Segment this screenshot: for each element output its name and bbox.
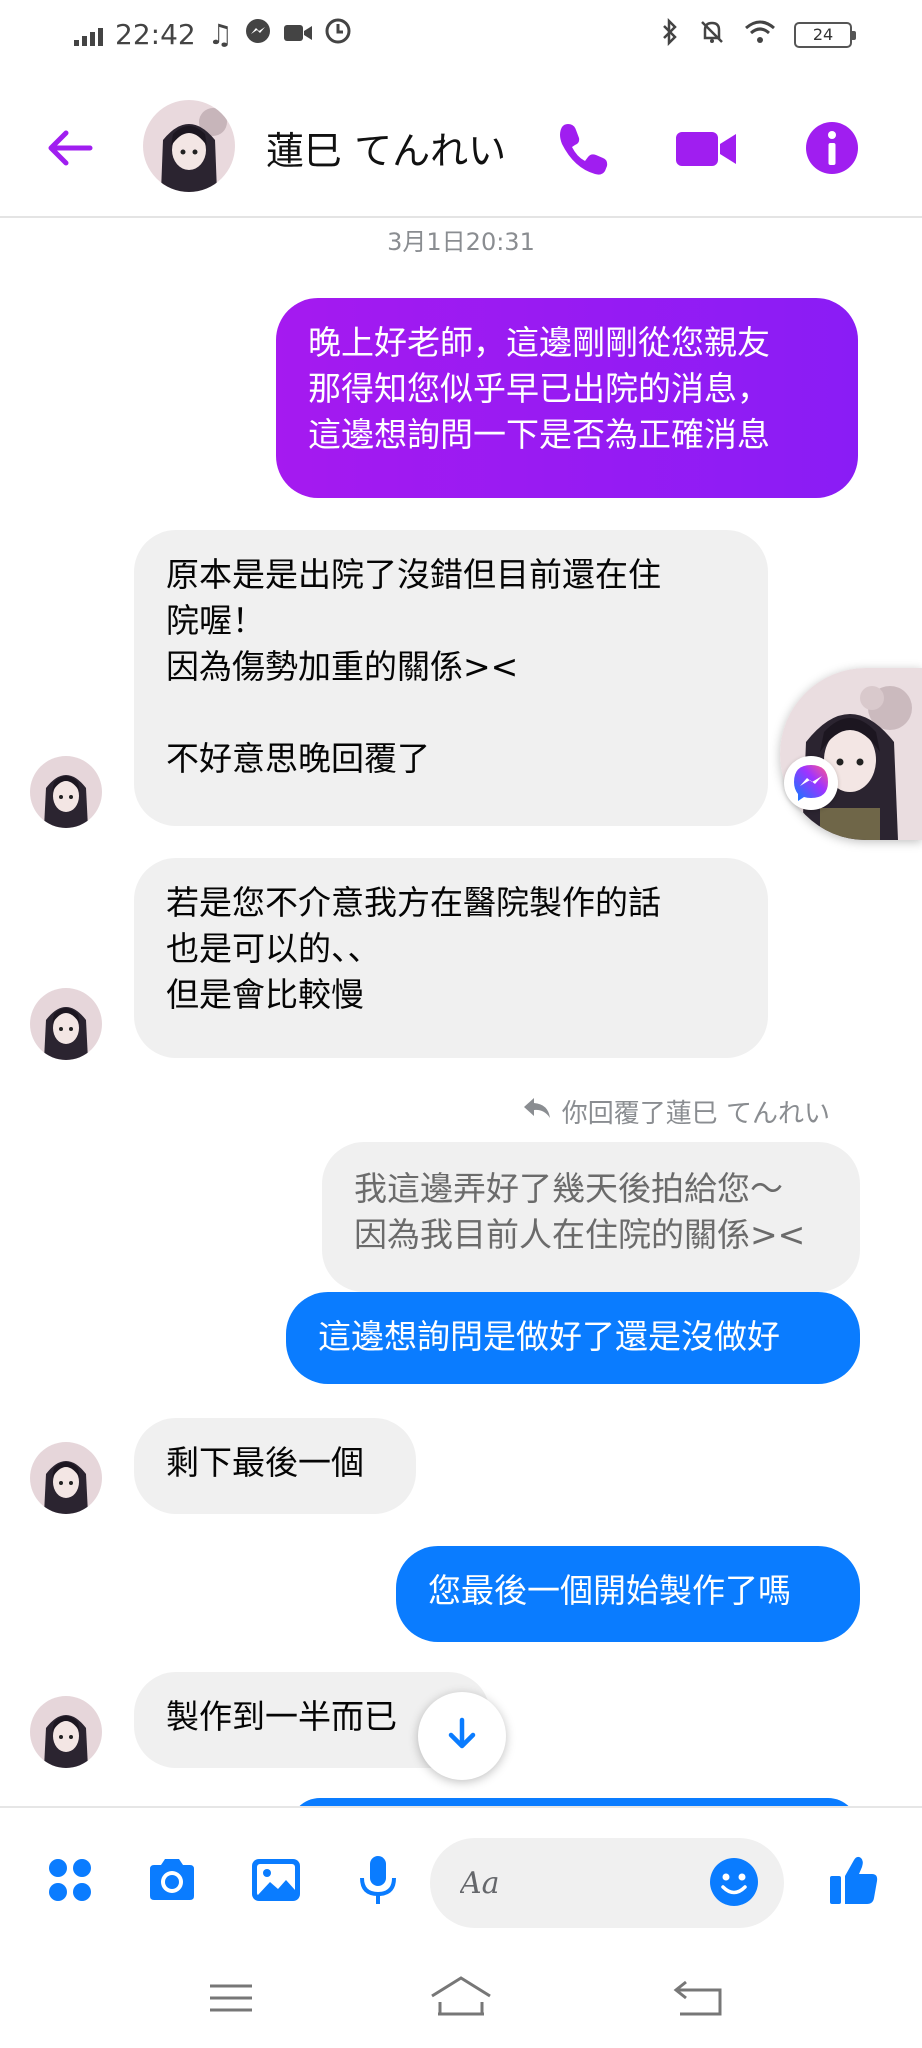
message-timestamp: 3月1日20:31 (387, 228, 535, 256)
status-bar: 22:42 ♫ 24 (0, 0, 922, 76)
status-time: 22:42 (115, 18, 196, 51)
video-icon[interactable] (672, 116, 742, 180)
reply-note-text: 你回覆了蓮巳 てんれい (561, 1099, 830, 1129)
reply-indicator: 你回覆了蓮巳 てんれい (522, 1093, 830, 1130)
signal-icon (74, 24, 103, 46)
back-arrow-icon[interactable] (42, 120, 98, 176)
scroll-down-button[interactable] (418, 1692, 506, 1780)
system-nav-bar (0, 1946, 922, 2048)
video-notif-icon (283, 18, 313, 51)
sender-avatar[interactable] (30, 1696, 102, 1768)
message-bubble-outgoing[interactable]: 這邊想詢問是做好了還是沒做好 (286, 1292, 860, 1384)
message-composer (0, 1806, 922, 1946)
apps-icon[interactable] (42, 1852, 98, 1908)
quoted-message[interactable]: 我這邊弄好了幾天後拍給您～ 因為我目前人在住院的關係>< (322, 1142, 860, 1292)
messenger-badge-icon (784, 756, 838, 810)
sender-avatar[interactable] (30, 988, 102, 1060)
message-input[interactable] (460, 1838, 700, 1928)
wifi-icon (744, 19, 776, 51)
contact-avatar[interactable] (143, 100, 235, 192)
status-left: 22:42 ♫ (74, 18, 351, 51)
home-nav-icon[interactable] (416, 1968, 506, 2028)
message-bubble-incoming[interactable]: 若是您不介意我方在醫院製作的話 也是可以的、、 但是會比較慢 (134, 858, 768, 1058)
mute-bell-icon (698, 18, 726, 52)
menu-nav-icon[interactable] (186, 1968, 276, 2028)
message-bubble-incoming[interactable]: 原本是是出院了沒錯但目前還在住 院喔！ 因為傷勢加重的關係>< 不好意思晚回覆了 (134, 530, 768, 826)
conversation-header: 蓮巳 てんれい (0, 76, 922, 218)
battery-icon: 24 (794, 22, 856, 48)
status-right: 24 (660, 17, 856, 52)
contact-name[interactable]: 蓮巳 てんれい (266, 120, 506, 175)
scroll-down-icon (442, 1714, 482, 1758)
message-bubble-outgoing[interactable]: 您最後一個開始製作了嗎 (396, 1546, 860, 1642)
message-bubble-incoming[interactable]: 剩下最後一個 (134, 1418, 416, 1514)
bluetooth-icon (660, 17, 680, 52)
sender-avatar[interactable] (30, 756, 102, 828)
sender-avatar[interactable] (30, 1442, 102, 1514)
gallery-icon[interactable] (248, 1852, 304, 1908)
phone-icon[interactable] (550, 116, 614, 180)
chat-head-bubble[interactable] (780, 668, 922, 840)
message-bubble-outgoing[interactable]: 晚上好老師，這邊剛剛從您親友 那得知您似乎早已出院的消息， 這邊想詢問一下是否為… (276, 298, 858, 498)
reply-arrow-icon (522, 1096, 552, 1127)
message-input-container (430, 1838, 784, 1928)
camera-icon[interactable] (144, 1852, 200, 1908)
music-note-icon: ♫ (207, 18, 233, 51)
back-nav-icon[interactable] (656, 1968, 746, 2028)
microphone-icon[interactable] (350, 1852, 406, 1908)
shield-notif-icon (325, 18, 351, 51)
emoji-icon[interactable] (706, 1854, 762, 1910)
info-icon[interactable] (800, 116, 864, 180)
messenger-notif-icon (245, 18, 271, 51)
thumbs-up-icon[interactable] (826, 1852, 882, 1908)
